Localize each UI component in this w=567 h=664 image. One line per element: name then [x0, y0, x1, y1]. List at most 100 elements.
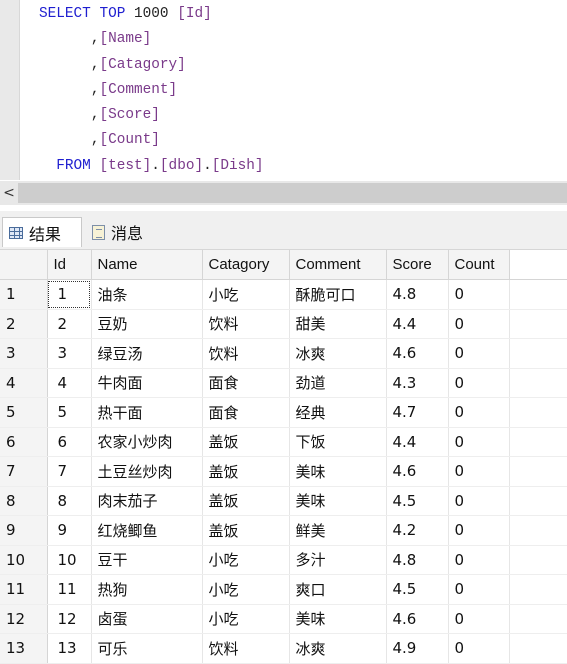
- cell-name[interactable]: 红烧鲫鱼: [91, 515, 203, 546]
- column-header-catagory[interactable]: Catagory: [202, 250, 290, 280]
- horizontal-scrollbar[interactable]: <: [0, 181, 567, 205]
- cell-count[interactable]: 0: [448, 397, 510, 428]
- cell-score[interactable]: 4.7: [386, 397, 449, 428]
- row-number[interactable]: 5: [0, 397, 48, 428]
- cell-comment[interactable]: 多汁: [289, 545, 387, 575]
- cell-comment[interactable]: 下饭: [289, 427, 387, 457]
- cell-id[interactable]: 1: [47, 279, 92, 310]
- row-number[interactable]: 3: [0, 338, 48, 369]
- cell-catagory[interactable]: 盖饭: [202, 427, 290, 457]
- column-header-score[interactable]: Score: [386, 250, 449, 280]
- cell-catagory[interactable]: 盖饭: [202, 486, 290, 516]
- table-row[interactable]: 9 9 红烧鲫鱼 盖饭 鲜美 4.2 0: [0, 515, 567, 546]
- sql-editor[interactable]: SELECT TOP 1000 [Id] ,[Name] ,[Catagory]…: [0, 0, 567, 180]
- row-number[interactable]: 8: [0, 486, 48, 516]
- cell-id[interactable]: 3: [47, 338, 92, 369]
- cell-id[interactable]: 4: [47, 368, 92, 398]
- scroll-thumb[interactable]: [18, 183, 567, 203]
- cell-id[interactable]: 11: [47, 574, 92, 605]
- cell-score[interactable]: 4.4: [386, 309, 449, 339]
- cell-count[interactable]: 0: [448, 515, 510, 546]
- cell-count[interactable]: 0: [448, 279, 510, 310]
- table-row[interactable]: 6 6 农家小炒肉 盖饭 下饭 4.4 0: [0, 427, 567, 457]
- cell-score[interactable]: 4.6: [386, 604, 449, 634]
- sql-code[interactable]: SELECT TOP 1000 [Id] ,[Name] ,[Catagory]…: [39, 2, 264, 179]
- column-header-comment[interactable]: Comment: [289, 250, 387, 280]
- row-number[interactable]: 6: [0, 427, 48, 457]
- table-row[interactable]: 2 2 豆奶 饮料 甜美 4.4 0: [0, 309, 567, 339]
- cell-catagory[interactable]: 面食: [202, 397, 290, 428]
- cell-name[interactable]: 农家小炒肉: [91, 427, 203, 457]
- cell-count[interactable]: 0: [448, 633, 510, 664]
- cell-catagory[interactable]: 小吃: [202, 604, 290, 634]
- cell-score[interactable]: 4.4: [386, 427, 449, 457]
- cell-comment[interactable]: 爽口: [289, 574, 387, 605]
- cell-count[interactable]: 0: [448, 368, 510, 398]
- cell-comment[interactable]: 劲道: [289, 368, 387, 398]
- row-number[interactable]: 2: [0, 309, 48, 339]
- cell-name[interactable]: 牛肉面: [91, 368, 203, 398]
- row-number[interactable]: 12: [0, 604, 48, 634]
- cell-name[interactable]: 热狗: [91, 574, 203, 605]
- cell-catagory[interactable]: 小吃: [202, 545, 290, 575]
- cell-catagory[interactable]: 饮料: [202, 309, 290, 339]
- cell-comment[interactable]: 鲜美: [289, 515, 387, 546]
- cell-catagory[interactable]: 小吃: [202, 574, 290, 605]
- row-number[interactable]: 10: [0, 545, 48, 575]
- row-number[interactable]: 11: [0, 574, 48, 605]
- cell-id[interactable]: 8: [47, 486, 92, 516]
- cell-id[interactable]: 10: [47, 545, 92, 575]
- column-header-id[interactable]: Id: [47, 250, 92, 280]
- cell-comment[interactable]: 甜美: [289, 309, 387, 339]
- cell-name[interactable]: 肉末茄子: [91, 486, 203, 516]
- cell-catagory[interactable]: 盖饭: [202, 515, 290, 546]
- cell-id[interactable]: 2: [47, 309, 92, 339]
- cell-comment[interactable]: 美味: [289, 604, 387, 634]
- cell-catagory[interactable]: 饮料: [202, 338, 290, 369]
- row-number[interactable]: 13: [0, 633, 48, 664]
- column-header-name[interactable]: Name: [91, 250, 203, 280]
- table-row[interactable]: 10 10 豆干 小吃 多汁 4.8 0: [0, 545, 567, 575]
- tab-messages[interactable]: 消息: [86, 217, 166, 247]
- cell-name[interactable]: 豆奶: [91, 309, 203, 339]
- cell-name[interactable]: 可乐: [91, 633, 203, 664]
- table-row[interactable]: 12 12 卤蛋 小吃 美味 4.6 0: [0, 604, 567, 634]
- cell-id[interactable]: 12: [47, 604, 92, 634]
- cell-comment[interactable]: 冰爽: [289, 338, 387, 369]
- cell-count[interactable]: 0: [448, 574, 510, 605]
- cell-name[interactable]: 绿豆汤: [91, 338, 203, 369]
- cell-id[interactable]: 13: [47, 633, 92, 664]
- tab-results[interactable]: 结果: [2, 217, 82, 247]
- row-number[interactable]: 4: [0, 368, 48, 398]
- cell-score[interactable]: 4.6: [386, 338, 449, 369]
- cell-id[interactable]: 9: [47, 515, 92, 546]
- cell-score[interactable]: 4.5: [386, 574, 449, 605]
- table-row[interactable]: 8 8 肉末茄子 盖饭 美味 4.5 0: [0, 486, 567, 516]
- table-row[interactable]: 5 5 热干面 面食 经典 4.7 0: [0, 397, 567, 428]
- cell-score[interactable]: 4.6: [386, 456, 449, 487]
- cell-name[interactable]: 卤蛋: [91, 604, 203, 634]
- cell-name[interactable]: 土豆丝炒肉: [91, 456, 203, 487]
- column-header-count[interactable]: Count: [448, 250, 510, 280]
- row-number-header[interactable]: [0, 250, 48, 280]
- cell-score[interactable]: 4.5: [386, 486, 449, 516]
- cell-count[interactable]: 0: [448, 456, 510, 487]
- cell-catagory[interactable]: 小吃: [202, 279, 290, 310]
- cell-id[interactable]: 5: [47, 397, 92, 428]
- table-row[interactable]: 4 4 牛肉面 面食 劲道 4.3 0: [0, 368, 567, 398]
- cell-score[interactable]: 4.3: [386, 368, 449, 398]
- cell-name[interactable]: 热干面: [91, 397, 203, 428]
- cell-count[interactable]: 0: [448, 545, 510, 575]
- cell-comment[interactable]: 美味: [289, 486, 387, 516]
- table-row[interactable]: 3 3 绿豆汤 饮料 冰爽 4.6 0: [0, 338, 567, 369]
- cell-count[interactable]: 0: [448, 604, 510, 634]
- scroll-left-arrow-icon[interactable]: <: [0, 181, 18, 205]
- row-number[interactable]: 7: [0, 456, 48, 487]
- cell-score[interactable]: 4.8: [386, 545, 449, 575]
- row-number[interactable]: 9: [0, 515, 48, 546]
- cell-score[interactable]: 4.2: [386, 515, 449, 546]
- cell-comment[interactable]: 美味: [289, 456, 387, 487]
- cell-catagory[interactable]: 饮料: [202, 633, 290, 664]
- cell-count[interactable]: 0: [448, 338, 510, 369]
- row-number[interactable]: 1: [0, 279, 48, 310]
